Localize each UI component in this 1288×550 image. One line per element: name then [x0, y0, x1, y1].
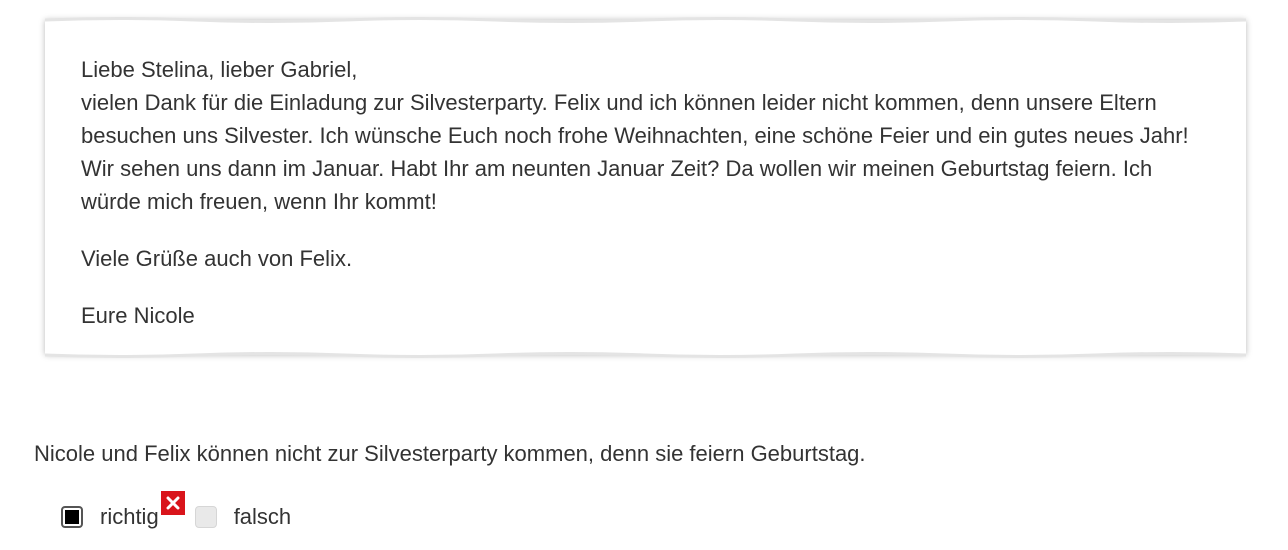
checkbox-falsch[interactable]	[194, 506, 217, 528]
letter-signature: Eure Nicole	[81, 303, 195, 328]
checkbox-richtig[interactable]	[61, 506, 83, 528]
option-label-falsch: falsch	[233, 504, 292, 529]
wavy-bottom-edge-decoration	[45, 352, 1246, 358]
wrong-answer-icon	[161, 491, 185, 515]
option-richtig[interactable]: richtig	[61, 491, 185, 530]
letter-paragraph: Liebe Stelina, lieber Gabriel, vielen Da…	[81, 53, 1210, 218]
question-statement: Nicole und Felix können nicht zur Silves…	[34, 441, 866, 466]
wavy-top-edge-decoration	[45, 17, 1246, 23]
option-falsch[interactable]: falsch	[194, 504, 292, 530]
letter-body: vielen Dank für die Einladung zur Silves…	[81, 90, 1189, 214]
letter-greeting: Liebe Stelina, lieber Gabriel,	[81, 57, 358, 82]
letter-card: Liebe Stelina, lieber Gabriel, vielen Da…	[45, 17, 1246, 358]
checkbox-fill	[65, 510, 79, 524]
answer-options: richtig falsch	[61, 491, 292, 534]
option-label-richtig: richtig	[100, 504, 159, 529]
letter-regards: Viele Grüße auch von Felix.	[81, 246, 353, 271]
